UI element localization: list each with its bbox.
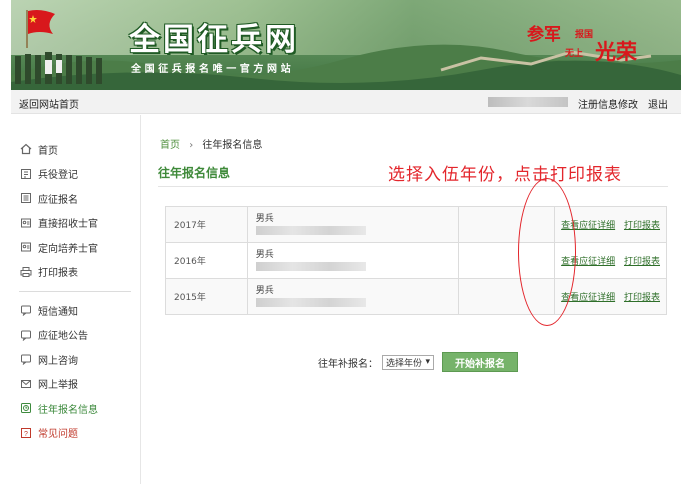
sidebar-item-directed-nco-training[interactable]: 定向培养士官 bbox=[11, 235, 141, 260]
table-row: 2015年 男兵 查看应征详细 打印报表 bbox=[165, 278, 667, 315]
slogan-text-4: 光荣 bbox=[595, 39, 637, 64]
sidebar-item-label: 直接招收士官 bbox=[38, 219, 98, 231]
sidebar-item-label: 常见问题 bbox=[38, 429, 78, 441]
sidebar-item-label: 应征报名 bbox=[38, 194, 78, 206]
sidebar-item-label: 应征地公告 bbox=[38, 331, 88, 343]
year-select[interactable]: 选择年份 ▾ bbox=[382, 354, 434, 370]
register-icon bbox=[20, 168, 32, 180]
sidebar-divider bbox=[19, 291, 131, 292]
sidebar-item-faq[interactable]: ? 常见问题 bbox=[11, 421, 141, 446]
record-info: 男兵 bbox=[246, 278, 459, 315]
report-icon bbox=[20, 378, 32, 390]
record-type: 男兵 bbox=[255, 250, 274, 260]
sidebar-item-label: 首页 bbox=[38, 145, 58, 157]
svg-text:?: ? bbox=[24, 431, 28, 438]
table-row: 2016年 男兵 查看应征详细 打印报表 bbox=[165, 242, 667, 279]
sidebar: 首页 兵役登记 应征报名 直接招收士官 定向培养士官 打印报表 短信通知 应征地… bbox=[11, 115, 141, 484]
recruit-icon bbox=[20, 217, 32, 229]
record-info: 男兵 bbox=[246, 242, 459, 279]
breadcrumb: 首页 › 往年报名信息 bbox=[160, 136, 262, 151]
banner-slogan: 参军 报国 无上 光荣 bbox=[523, 18, 673, 68]
breadcrumb-current: 往年报名信息 bbox=[202, 140, 263, 151]
flag-icon bbox=[26, 10, 55, 48]
username-redacted bbox=[488, 97, 568, 107]
record-year: 2017年 bbox=[165, 206, 248, 243]
training-icon bbox=[20, 241, 32, 253]
notice-icon bbox=[20, 329, 32, 341]
question-icon: ? bbox=[20, 427, 32, 439]
print-report-link[interactable]: 打印报表 bbox=[624, 293, 660, 303]
sidebar-item-enlistment-signup[interactable]: 应征报名 bbox=[11, 186, 141, 211]
site-logo-title: 全国征兵网 bbox=[129, 22, 299, 58]
slogan-text-3: 无上 bbox=[565, 49, 584, 59]
header-banner: 全国征兵网 全国征兵报名唯一官方网站 参军 报国 无上 光荣 bbox=[11, 0, 681, 90]
record-details-redacted bbox=[255, 226, 366, 235]
breadcrumb-home-link[interactable]: 首页 bbox=[160, 140, 180, 151]
slogan-text-1: 参军 bbox=[527, 25, 561, 45]
sidebar-item-direct-nco-recruit[interactable]: 直接招收士官 bbox=[11, 211, 141, 236]
history-icon bbox=[20, 402, 32, 414]
record-details-redacted bbox=[255, 262, 366, 271]
sidebar-item-local-announcement[interactable]: 应征地公告 bbox=[11, 323, 141, 348]
sidebar-item-label: 定向培养士官 bbox=[38, 243, 98, 255]
edit-registration-link[interactable]: 注册信息修改 bbox=[578, 96, 638, 111]
sidebar-item-home[interactable]: 首页 bbox=[11, 137, 141, 162]
form-icon bbox=[20, 192, 32, 204]
sidebar-item-label: 短信通知 bbox=[38, 306, 78, 318]
sidebar-item-sms-notice[interactable]: 短信通知 bbox=[11, 298, 141, 323]
record-info: 男兵 bbox=[246, 206, 459, 243]
print-report-link[interactable]: 打印报表 bbox=[624, 257, 660, 267]
record-year: 2016年 bbox=[165, 242, 248, 279]
sidebar-item-label: 往年报名信息 bbox=[38, 404, 98, 416]
sidebar-item-print-report[interactable]: 打印报表 bbox=[11, 260, 141, 285]
sidebar-item-online-consult[interactable]: 网上咨询 bbox=[11, 347, 141, 372]
supplementary-registration: 往年补报名： 选择年份 ▾ 开始补报名 bbox=[318, 352, 518, 372]
table-row: 2017年 男兵 查看应征详细 打印报表 bbox=[165, 206, 667, 243]
slogan-text-2: 报国 bbox=[575, 30, 594, 40]
print-report-link[interactable]: 打印报表 bbox=[624, 221, 660, 231]
sidebar-item-online-report[interactable]: 网上举报 bbox=[11, 372, 141, 397]
sidebar-item-label: 打印报表 bbox=[38, 268, 78, 280]
soldiers-graphic bbox=[15, 52, 102, 84]
back-to-home-link[interactable]: 返回网站首页 bbox=[19, 96, 79, 111]
logout-link[interactable]: 退出 bbox=[648, 96, 668, 111]
title-divider bbox=[158, 186, 668, 187]
sidebar-item-past-registration[interactable]: 往年报名信息 bbox=[11, 396, 141, 421]
consult-icon bbox=[20, 353, 32, 366]
sidebar-item-label: 网上举报 bbox=[38, 380, 78, 392]
instruction-annotation: 选择入伍年份，点击打印报表 bbox=[388, 165, 622, 185]
sidebar-menu-secondary: 短信通知 应征地公告 网上咨询 网上举报 往年报名信息 ? 常见问题 bbox=[11, 298, 141, 445]
message-icon bbox=[20, 304, 32, 317]
highlight-ellipse bbox=[518, 178, 576, 326]
start-supplementary-button[interactable]: 开始补报名 bbox=[442, 352, 518, 372]
sidebar-item-military-registration[interactable]: 兵役登记 bbox=[11, 162, 141, 187]
home-icon bbox=[20, 143, 32, 155]
record-year: 2015年 bbox=[165, 278, 248, 315]
past-registration-table: 2017年 男兵 查看应征详细 打印报表 2016年 男兵 查看应征详细 打印报… bbox=[165, 206, 667, 315]
year-select-value: 选择年份 bbox=[386, 358, 423, 369]
top-nav-bar: 返回网站首页 注册信息修改 退出 bbox=[11, 90, 681, 114]
sidebar-menu-primary: 首页 兵役登记 应征报名 直接招收士官 定向培养士官 打印报表 bbox=[11, 137, 141, 284]
page-title: 往年报名信息 bbox=[158, 166, 231, 180]
sidebar-item-label: 兵役登记 bbox=[38, 170, 78, 182]
record-type: 男兵 bbox=[255, 214, 274, 224]
dropdown-arrow-icon: ▾ bbox=[425, 357, 430, 367]
chevron-right-icon: › bbox=[189, 140, 194, 151]
sidebar-item-label: 网上咨询 bbox=[38, 355, 78, 367]
record-details-redacted bbox=[255, 298, 366, 307]
printer-icon bbox=[20, 266, 32, 278]
record-type: 男兵 bbox=[255, 286, 274, 296]
site-logo-subtitle: 全国征兵报名唯一官方网站 bbox=[131, 64, 295, 75]
supplementary-label: 往年补报名： bbox=[318, 358, 378, 370]
